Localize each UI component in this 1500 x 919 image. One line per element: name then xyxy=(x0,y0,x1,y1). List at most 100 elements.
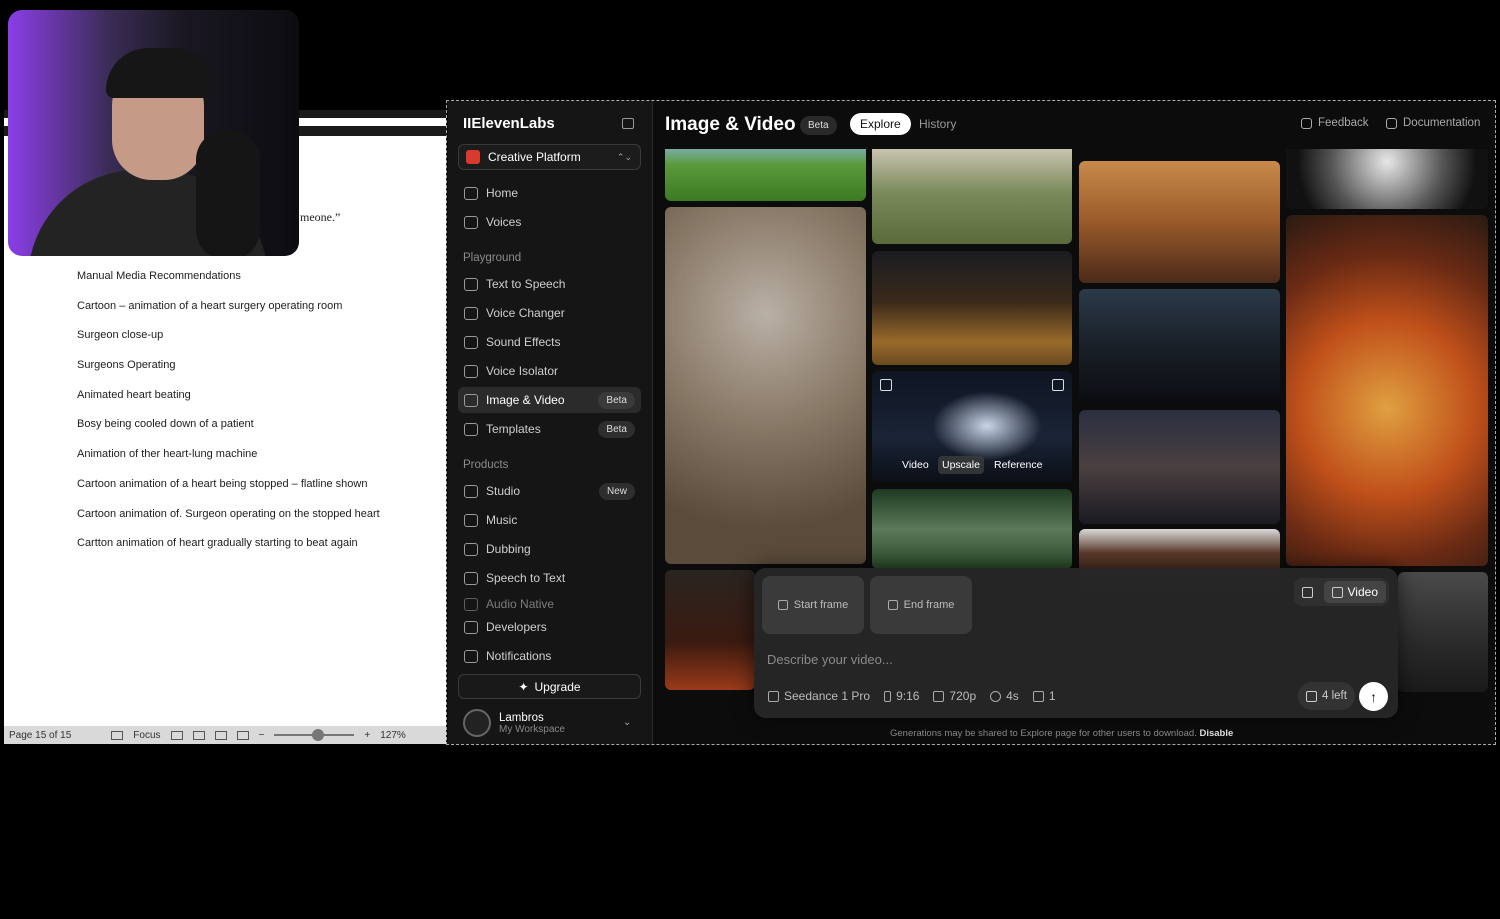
workspace-name: My Workspace xyxy=(499,723,565,735)
sidebar-item-label: Text to Speech xyxy=(486,277,566,291)
gallery-image-waterfall[interactable] xyxy=(872,489,1072,569)
duration-selector[interactable]: 4s xyxy=(990,689,1019,703)
avatar xyxy=(463,709,491,737)
disable-link[interactable]: Disable xyxy=(1199,728,1233,739)
gallery-image-field[interactable] xyxy=(665,141,866,201)
sidebar-item-audio-native[interactable]: Audio Native xyxy=(458,594,641,614)
main-panel: Video Upscale Reference Image & Video Be… xyxy=(653,101,1495,744)
user-name: Lambros xyxy=(499,711,544,724)
presenter-cap xyxy=(106,48,216,98)
sidebar-item-label: Voices xyxy=(486,215,522,229)
user-menu[interactable]: Lambros My Workspace ⌄ xyxy=(463,709,631,737)
credits-label: 4 left xyxy=(1322,690,1347,702)
focus-icon[interactable] xyxy=(111,730,124,740)
upscale-action-button[interactable]: Upscale xyxy=(938,456,984,474)
sidebar-item-music[interactable]: Music xyxy=(458,507,641,533)
gallery-image-kids[interactable] xyxy=(872,141,1072,244)
sidebar-item-label: Audio Native xyxy=(486,597,555,611)
gallery-image-room[interactable] xyxy=(1398,572,1488,692)
documentation-link[interactable]: Documentation xyxy=(1386,117,1480,129)
image-mode-button[interactable] xyxy=(1297,581,1318,603)
download-icon[interactable] xyxy=(880,379,892,391)
credits-badge: 4 left xyxy=(1298,682,1355,710)
bell-icon xyxy=(464,649,478,663)
platform-selector[interactable]: Creative Platform ⌃⌄ xyxy=(458,144,641,170)
sidebar-item-label: Home xyxy=(486,186,519,200)
upgrade-button[interactable]: ✦ Upgrade xyxy=(458,674,641,699)
documentation-label: Documentation xyxy=(1403,117,1481,129)
zoom-out-icon[interactable]: − xyxy=(259,730,265,741)
aspect-ratio-selector[interactable]: 9:16 xyxy=(884,689,919,703)
layers-icon xyxy=(1032,690,1044,702)
list-item: Cartton animation of heart gradually sta… xyxy=(77,537,358,550)
sidebar: IIElevenLabs Creative Platform ⌃⌄ Home V… xyxy=(448,101,653,744)
page-count: Page 15 of 15 xyxy=(9,729,72,741)
sidebar-item-label: Speech to Text xyxy=(486,571,566,585)
resolution-selector[interactable]: 720p xyxy=(933,689,976,703)
clock-icon xyxy=(990,690,1002,702)
sidebar-item-home[interactable]: Home xyxy=(458,180,641,206)
gallery-image-ballet[interactable] xyxy=(872,251,1072,365)
gallery-image-cat[interactable] xyxy=(665,207,866,564)
speech-to-text-icon xyxy=(464,571,478,585)
gallery-image-pizza[interactable] xyxy=(1286,215,1488,566)
list-item: Animation of ther heart-lung machine xyxy=(77,448,258,461)
prompt-input[interactable]: Describe your video... xyxy=(767,652,893,667)
reference-action-button[interactable]: Reference xyxy=(990,456,1046,474)
print-layout-icon[interactable] xyxy=(170,730,183,740)
tab-history[interactable]: History xyxy=(909,113,966,135)
image-icon xyxy=(777,600,788,610)
gallery-image-sphere[interactable] xyxy=(1286,141,1488,209)
gallery-image-dust-city[interactable] xyxy=(1079,161,1280,283)
voice-isolator-icon xyxy=(464,364,478,378)
feedback-icon xyxy=(1301,117,1312,129)
web-layout-icon[interactable] xyxy=(192,730,205,740)
gallery-image-dancer-hover[interactable]: Video Upscale Reference xyxy=(872,371,1072,482)
sidebar-item-label: Dubbing xyxy=(486,542,531,556)
gallery-image-fireplace[interactable] xyxy=(665,570,755,690)
start-frame-button[interactable]: Start frame xyxy=(762,576,864,634)
chevron-down-icon: ⌄ xyxy=(623,717,632,728)
sidebar-item-label: Image & Video xyxy=(486,393,565,407)
sidebar-item-developers[interactable]: Developers xyxy=(458,614,641,640)
sidebar-item-voices[interactable]: Voices xyxy=(458,209,641,235)
sidebar-item-dubbing[interactable]: Dubbing xyxy=(458,536,641,562)
outline-icon[interactable] xyxy=(214,730,227,740)
focus-button[interactable]: Focus xyxy=(133,730,160,741)
count-selector[interactable]: 1 xyxy=(1032,689,1056,703)
zoom-slider[interactable] xyxy=(274,729,355,741)
sidebar-item-templates[interactable]: Templates Beta xyxy=(458,416,641,442)
sidebar-item-image-video[interactable]: Image & Video Beta xyxy=(458,387,641,413)
zoom-knob[interactable] xyxy=(312,729,325,741)
gallery-image-couple[interactable] xyxy=(1079,410,1280,524)
sidebar-item-voice-changer[interactable]: Voice Changer xyxy=(458,300,641,326)
elevenlabs-logo[interactable]: IIElevenLabs xyxy=(463,115,555,132)
end-frame-button[interactable]: End frame xyxy=(870,576,972,634)
chevron-updown-icon: ⌃⌄ xyxy=(616,151,632,162)
model-label: Seedance 1 Pro xyxy=(784,689,871,703)
sidebar-item-text-to-speech[interactable]: Text to Speech xyxy=(458,271,641,297)
beta-badge: Beta xyxy=(598,391,635,409)
sidebar-item-sound-effects[interactable]: Sound Effects xyxy=(458,329,641,355)
gallery-image-train[interactable] xyxy=(1079,289,1280,404)
doc-status-bar: Page 15 of 15 Focus − + 127% xyxy=(4,726,447,744)
tab-explore[interactable]: Explore xyxy=(850,113,911,135)
feedback-link[interactable]: Feedback xyxy=(1301,117,1369,129)
draft-icon[interactable] xyxy=(236,730,249,740)
zoom-in-icon[interactable]: + xyxy=(364,730,370,741)
model-selector[interactable]: Seedance 1 Pro xyxy=(768,689,870,703)
sidebar-item-speech-to-text[interactable]: Speech to Text xyxy=(458,565,641,591)
send-button[interactable]: ↑ xyxy=(1359,682,1388,711)
refresh-icon[interactable] xyxy=(1052,379,1064,391)
sidebar-item-label: Voice Changer xyxy=(486,306,565,320)
sidebar-item-studio[interactable]: Studio New xyxy=(458,478,641,504)
video-action-button[interactable]: Video xyxy=(898,456,933,474)
sidebar-item-voice-isolator[interactable]: Voice Isolator xyxy=(458,358,641,384)
image-icon xyxy=(1301,586,1313,598)
webcam-overlay xyxy=(8,10,299,256)
music-icon xyxy=(464,513,478,527)
text-to-speech-icon xyxy=(464,277,478,291)
sidebar-collapse-icon[interactable] xyxy=(622,118,634,129)
sidebar-item-notifications[interactable]: Notifications xyxy=(458,643,641,669)
video-mode-button[interactable]: Video xyxy=(1323,581,1386,603)
